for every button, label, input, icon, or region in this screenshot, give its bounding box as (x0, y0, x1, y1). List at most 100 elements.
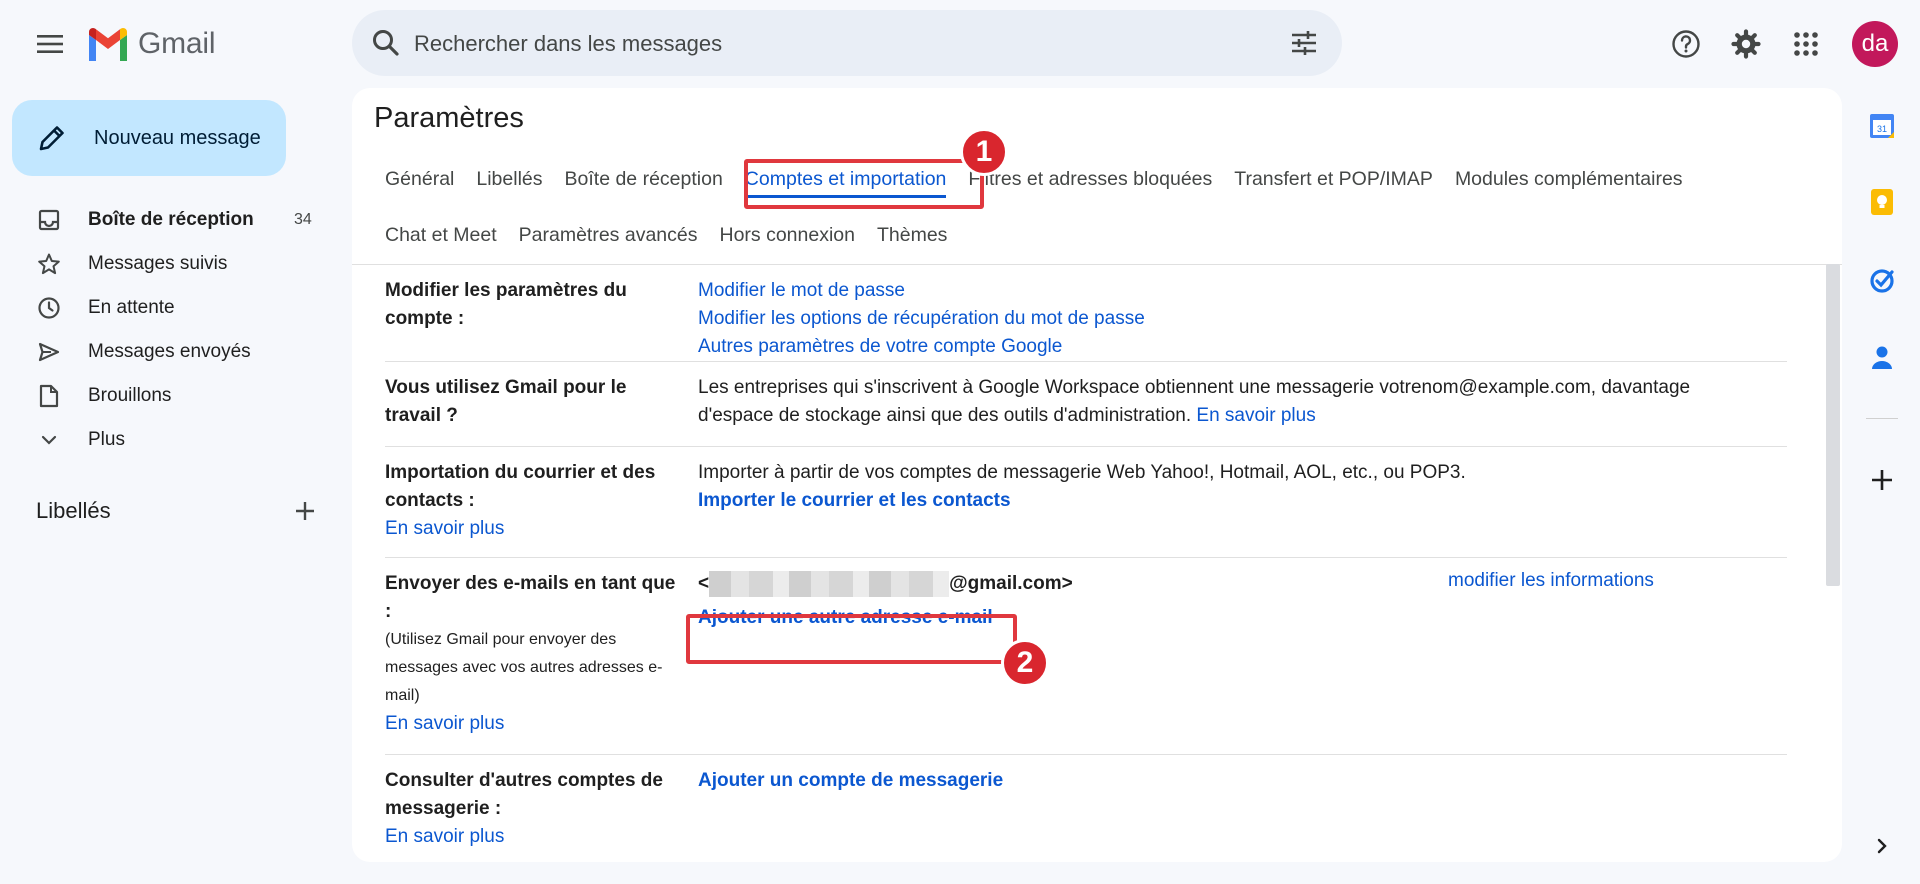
settings-panel: Paramètres Général Libellés Boîte de réc… (352, 88, 1842, 862)
settings-button[interactable] (1724, 22, 1768, 66)
tab-chat-meet[interactable]: Chat et Meet (374, 210, 508, 260)
google-account-settings-link[interactable]: Autres paramètres de votre compte Google (698, 333, 1768, 361)
tab-inbox[interactable]: Boîte de réception (554, 154, 734, 204)
sidebar-item-label: Messages suivis (88, 253, 228, 274)
tasks-icon (1870, 269, 1894, 293)
tab-themes[interactable]: Thèmes (866, 210, 958, 260)
scrollbar[interactable] (1826, 264, 1840, 586)
change-recovery-link[interactable]: Modifier les options de récupération du … (698, 305, 1768, 333)
row-label-text: Envoyer des e-mails en tant que : (385, 573, 676, 622)
tab-addons[interactable]: Modules complémentaires (1444, 154, 1694, 204)
sidebar-item-label: Messages envoyés (88, 341, 251, 362)
change-password-link[interactable]: Modifier le mot de passe (698, 277, 1768, 305)
clock-icon (36, 295, 62, 321)
calendar-icon: 31 (1870, 114, 1894, 138)
settings-tabs-row-2: Chat et Meet Paramètres avancés Hors con… (374, 210, 958, 260)
tasks-button[interactable] (1866, 264, 1898, 296)
learn-more-link[interactable]: En savoir plus (385, 710, 685, 738)
tab-general[interactable]: Général (374, 154, 465, 204)
sidebar-item-drafts[interactable]: Brouillons (0, 374, 340, 418)
top-bar: Gmail da (0, 0, 1920, 88)
learn-more-link[interactable]: En savoir plus (1196, 405, 1315, 426)
row-label: Vous utilisez Gmail pour le travail ? (385, 377, 627, 426)
email-domain: @gmail.com> (949, 573, 1073, 594)
app-name: Gmail (138, 27, 216, 60)
plus-icon[interactable] (290, 496, 320, 526)
add-mail-account-link[interactable]: Ajouter un compte de messagerie (698, 767, 1768, 795)
unread-count: 34 (294, 211, 312, 228)
side-panel: 31 (1842, 88, 1920, 884)
email-prefix: < (698, 573, 710, 594)
workspace-description: Les entreprises qui s'inscrivent à Googl… (698, 377, 1691, 426)
step-badge-2: 2 (1001, 639, 1049, 687)
help-button[interactable] (1664, 22, 1708, 66)
search-input[interactable] (412, 10, 1256, 78)
divider (1866, 418, 1898, 419)
calendar-button[interactable]: 31 (1866, 110, 1898, 142)
draft-icon (36, 383, 62, 409)
contacts-button[interactable] (1866, 342, 1898, 374)
apps-button[interactable] (1784, 22, 1828, 66)
row-content: Importer à partir de vos comptes de mess… (698, 459, 1768, 515)
get-addons-button[interactable] (1866, 464, 1898, 496)
row-label: Modifier les paramètres du compte : (385, 280, 627, 329)
sidebar-item-snoozed[interactable]: En attente (0, 286, 340, 330)
sidebar-item-label: Brouillons (88, 385, 172, 406)
expand-panel-button[interactable] (1866, 830, 1898, 862)
sidebar-item-starred[interactable]: Messages suivis (0, 242, 340, 286)
apps-grid-icon (1794, 32, 1818, 56)
settings-row-account: Modifier les paramètres du compte : Modi… (385, 265, 1787, 362)
settings-row-other-accounts: Consulter d'autres comptes de messagerie… (385, 755, 1787, 862)
sidebar-item-label: En attente (88, 297, 175, 318)
main-menu-button[interactable] (26, 20, 74, 68)
edit-info-link[interactable]: modifier les informations (1448, 570, 1654, 592)
row-label: Consulter d'autres comptes de messagerie… (385, 767, 685, 851)
redacted-email (709, 570, 950, 597)
keep-button[interactable] (1866, 186, 1898, 218)
row-content: Modifier le mot de passe Modifier les op… (698, 277, 1768, 361)
chevron-right-icon (1877, 838, 1887, 854)
import-description: Importer à partir de vos comptes de mess… (698, 462, 1466, 483)
tab-offline[interactable]: Hors connexion (708, 210, 866, 260)
learn-more-link[interactable]: En savoir plus (385, 515, 685, 543)
row-content: Les entreprises qui s'inscrivent à Googl… (698, 374, 1768, 430)
search-icon[interactable] (370, 27, 402, 59)
plus-icon (1872, 470, 1892, 490)
settings-tabs: Général Libellés Boîte de réception Comp… (374, 154, 1694, 204)
page-title: Paramètres (374, 102, 524, 134)
gear-icon (1731, 29, 1761, 59)
settings-row-send-as: Envoyer des e-mails en tant que : (Utili… (385, 558, 1787, 755)
inbox-icon (36, 207, 62, 233)
row-sublabel: (Utilisez Gmail pour envoyer des message… (385, 631, 663, 704)
sidebar-item-more[interactable]: Plus (0, 418, 340, 462)
help-icon (1672, 30, 1700, 58)
star-icon (36, 251, 62, 277)
step-badge-1: 1 (960, 128, 1008, 176)
avatar[interactable]: da (1852, 21, 1898, 67)
tab-forwarding[interactable]: Transfert et POP/IMAP (1223, 154, 1444, 204)
row-content: Ajouter un compte de messagerie (698, 767, 1768, 795)
import-mail-contacts-link[interactable]: Importer le courrier et les contacts (698, 487, 1768, 515)
search-options-icon[interactable] (1288, 27, 1320, 59)
gmail-logo[interactable]: Gmail (86, 24, 216, 64)
tab-labels[interactable]: Libellés (465, 154, 553, 204)
sidebar-item-inbox[interactable]: Boîte de réception 34 (0, 198, 340, 242)
highlight-box-1 (744, 159, 984, 209)
keep-icon (1871, 189, 1893, 215)
sidebar-item-label: Plus (88, 429, 125, 450)
hamburger-icon (37, 35, 63, 53)
chevron-down-icon (36, 427, 62, 453)
row-label-text: Importation du courrier et des contacts … (385, 462, 656, 511)
settings-row-import: Importation du courrier et des contacts … (385, 447, 1787, 558)
gmail-m-icon (89, 28, 127, 61)
settings-row-work: Vous utilisez Gmail pour le travail ? Le… (385, 362, 1787, 447)
compose-label: Nouveau message (94, 126, 261, 149)
tab-advanced[interactable]: Paramètres avancés (508, 210, 709, 260)
highlight-box-2 (686, 614, 1017, 664)
sidebar-item-sent[interactable]: Messages envoyés (0, 330, 340, 374)
compose-button[interactable]: Nouveau message (12, 100, 286, 176)
send-icon (36, 339, 62, 365)
sidebar-nav: Boîte de réception 34 Messages suivis En… (0, 198, 340, 462)
row-label: Importation du courrier et des contacts … (385, 459, 685, 543)
learn-more-link[interactable]: En savoir plus (385, 823, 685, 851)
